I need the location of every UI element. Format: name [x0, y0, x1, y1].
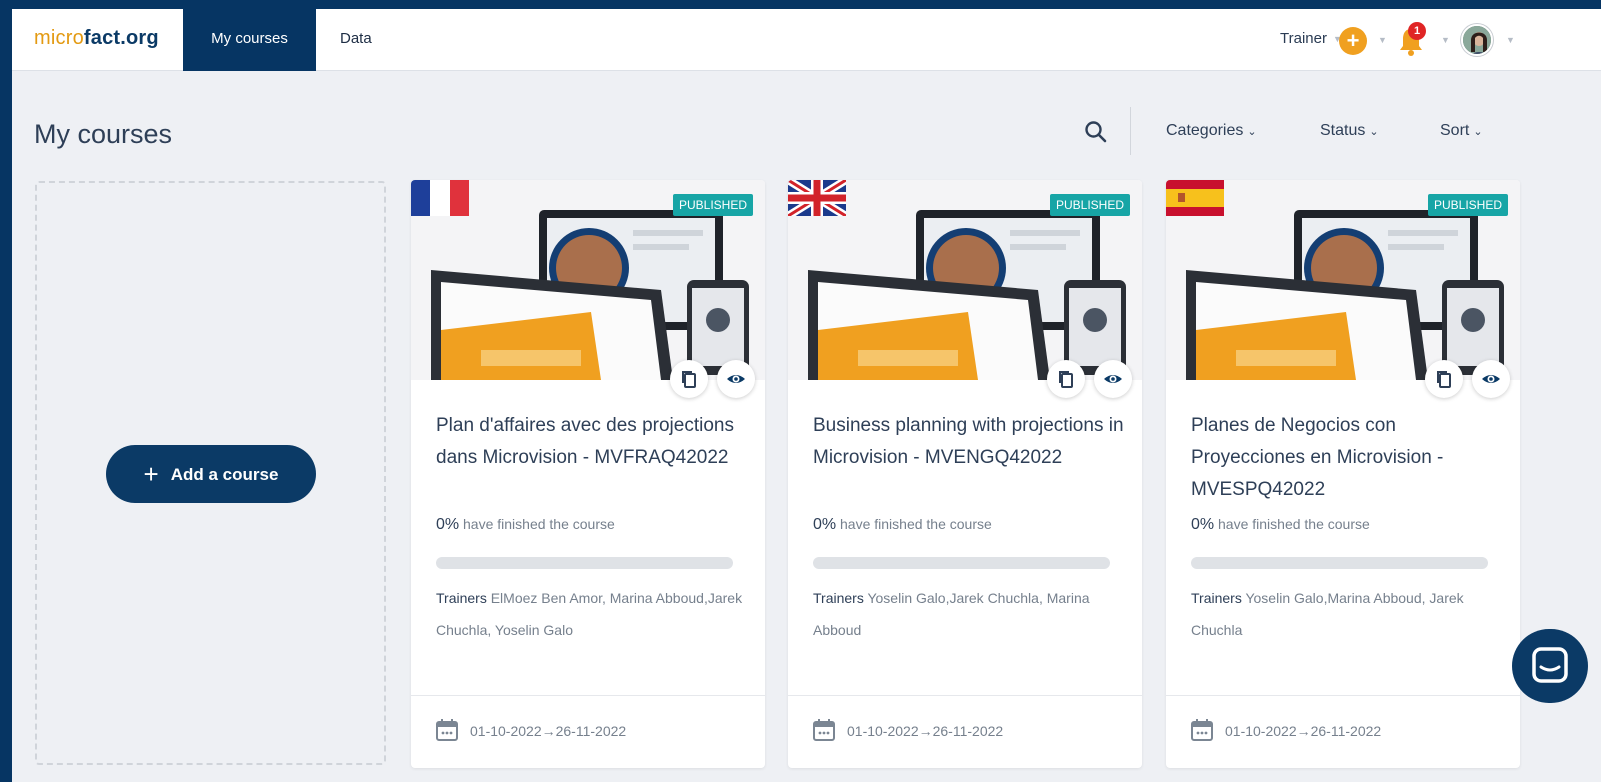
plus-icon: + — [143, 459, 159, 489]
add-plus-icon[interactable]: + — [1339, 27, 1367, 55]
progress-bar — [813, 557, 1110, 569]
tab-data[interactable]: Data — [316, 9, 396, 71]
course-dates: 01-10-2022→26-11-2022 — [470, 723, 627, 739]
search-icon[interactable] — [1083, 119, 1109, 145]
caret-down-icon[interactable]: ▼ — [1378, 35, 1387, 45]
progress-label: have finished the course — [840, 516, 992, 532]
chat-icon — [1532, 647, 1568, 683]
calendar-icon — [436, 719, 458, 741]
page-title: My courses — [34, 119, 173, 149]
role-dropdown[interactable]: Trainer ▼ — [1280, 30, 1342, 47]
copy-icon — [1437, 371, 1451, 388]
progress-label: have finished the course — [1218, 516, 1370, 532]
progress-text: 0% have finished the course — [813, 516, 992, 534]
card-footer: 01-10-2022→26-11-2022 — [1166, 695, 1520, 768]
logo-text-fact: fact.org — [83, 27, 159, 49]
logo-text-micro: micro — [34, 27, 84, 49]
trainers-list: Trainers Yoselin Galo,Jarek Chuchla, Mar… — [813, 582, 1133, 646]
duplicate-course-button[interactable] — [670, 360, 708, 398]
status-badge: PUBLISHED — [672, 194, 753, 216]
categories-filter[interactable]: Categories ⌄ — [1166, 122, 1257, 140]
status-badge: PUBLISHED — [1049, 194, 1130, 216]
add-course-label: Add a course — [170, 465, 279, 484]
divider — [1130, 107, 1131, 155]
trainers-label: Trainers — [436, 590, 487, 606]
top-navbar: microfact.org My courses Data Trainer ▼ +… — [12, 9, 1601, 71]
calendar-icon — [813, 719, 835, 741]
avatar[interactable] — [1461, 24, 1493, 56]
course-title[interactable]: Plan d'affaires avec des projections dan… — [436, 410, 756, 474]
france-flag-icon — [411, 180, 469, 216]
progress-percent: 0% — [1191, 516, 1215, 533]
course-dates: 01-10-2022→26-11-2022 — [1225, 723, 1382, 739]
course-dates: 01-10-2022→26-11-2022 — [847, 723, 1004, 739]
duplicate-course-button[interactable] — [1047, 360, 1085, 398]
chat-launcher-button[interactable] — [1512, 629, 1588, 703]
filter-label: Sort — [1440, 122, 1470, 139]
duplicate-course-button[interactable] — [1425, 360, 1463, 398]
filter-label: Categories — [1166, 122, 1244, 139]
course-card[interactable]: PUBLISHED Business planning with project… — [788, 180, 1142, 768]
course-title[interactable]: Planes de Negocios con Proyecciones en M… — [1191, 410, 1511, 506]
chevron-down-icon: ⌄ — [1473, 126, 1483, 138]
progress-text: 0% have finished the course — [436, 516, 615, 534]
course-title[interactable]: Business planning with projections in Mi… — [813, 410, 1133, 474]
progress-bar — [1191, 557, 1488, 569]
progress-bar — [436, 557, 733, 569]
notification-badge: 1 — [1408, 22, 1426, 40]
user-avatar-icon — [1463, 26, 1491, 54]
chevron-down-icon: ⌄ — [1247, 126, 1257, 138]
eye-icon — [1482, 375, 1500, 383]
preview-course-button[interactable] — [1094, 360, 1132, 398]
progress-label: have finished the course — [463, 516, 615, 532]
tab-my-courses[interactable]: My courses — [183, 9, 316, 71]
copy-icon — [682, 371, 696, 388]
progress-text: 0% have finished the course — [1191, 516, 1370, 534]
filter-label: Status — [1320, 122, 1366, 139]
eye-icon — [727, 375, 745, 383]
app-frame: microfact.org My courses Data Trainer ▼ +… — [12, 9, 1601, 782]
trainers-label: Trainers — [813, 590, 864, 606]
add-course-card: + Add a course — [35, 181, 386, 765]
calendar-icon — [1191, 719, 1213, 741]
preview-course-button[interactable] — [1472, 360, 1510, 398]
eye-icon — [1104, 375, 1122, 383]
course-card[interactable]: PUBLISHED Plan d'affaires avec des proje… — [411, 180, 765, 768]
trainers-list: Trainers Yoselin Galo,Marina Abboud, Jar… — [1191, 582, 1511, 646]
logo[interactable]: microfact.org — [34, 27, 159, 50]
sort-filter[interactable]: Sort ⌄ — [1440, 122, 1483, 140]
caret-down-icon[interactable]: ▼ — [1506, 35, 1515, 45]
caret-down-icon[interactable]: ▼ — [1441, 35, 1450, 45]
progress-percent: 0% — [436, 516, 460, 533]
preview-course-button[interactable] — [717, 360, 755, 398]
course-card[interactable]: PUBLISHED Planes de Negocios con Proyecc… — [1166, 180, 1520, 768]
trainers-label: Trainers — [1191, 590, 1242, 606]
copy-icon — [1059, 371, 1073, 388]
card-footer: 01-10-2022→26-11-2022 — [788, 695, 1142, 768]
status-filter[interactable]: Status ⌄ — [1320, 122, 1379, 140]
role-label: Trainer — [1280, 30, 1327, 47]
card-footer: 01-10-2022→26-11-2022 — [411, 695, 765, 768]
progress-percent: 0% — [813, 516, 837, 533]
add-course-button[interactable]: + Add a course — [106, 445, 316, 503]
spain-flag-icon — [1166, 180, 1224, 216]
uk-flag-icon — [788, 180, 846, 216]
chevron-down-icon: ⌄ — [1369, 126, 1379, 138]
status-badge: PUBLISHED — [1427, 194, 1508, 216]
trainers-list: Trainers ElMoez Ben Amor, Marina Abboud,… — [436, 582, 756, 646]
